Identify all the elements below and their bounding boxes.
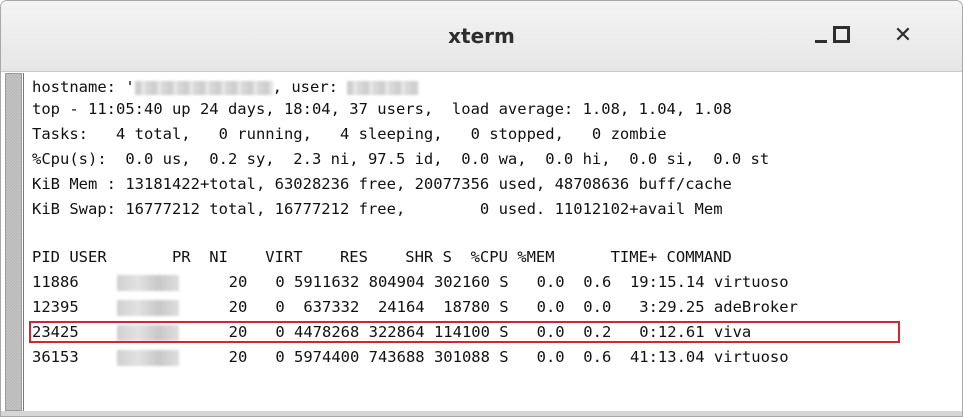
maximize-icon [832, 25, 850, 43]
process-header: PID USER PR NI VIRT RES SHR S %CPU %MEM … [32, 248, 732, 266]
redacted-hostname [134, 80, 273, 95]
highlight-box [29, 321, 900, 343]
terminal-scrollbar[interactable] [5, 73, 22, 411]
process-pid: 36153 [32, 348, 79, 366]
redacted-user [116, 274, 179, 291]
title-bar[interactable]: xterm ✕ [1, 1, 962, 72]
window-bottom-edge [1, 411, 962, 416]
terminal-area[interactable]: hostname: ' , user: top - 11:05:40 up 24 … [23, 73, 959, 411]
process-pid: 11886 [32, 273, 79, 291]
xterm-window: xterm ✕ hostname: ' , user: top - 11:05:4… [0, 0, 963, 417]
tasks-line: Tasks: 4 total, 0 running, 4 sleeping, 0… [32, 125, 667, 143]
process-rest: 20 0 5911632 804904 302160 S 0.0 0.6 19:… [228, 273, 789, 291]
redacted-user [116, 349, 179, 366]
swap-line: KiB Swap: 16777212 total, 16777212 free,… [32, 200, 723, 218]
top-summary-line: top - 11:05:40 up 24 days, 18:04, 37 use… [32, 100, 732, 118]
redacted-user [347, 80, 420, 95]
process-pid: 12395 [32, 298, 79, 316]
redacted-user [116, 299, 179, 316]
process-user-cell [79, 347, 229, 367]
maximize-button[interactable] [823, 18, 859, 54]
hostname-user-label: , user: [272, 78, 348, 96]
cpu-line: %Cpu(s): 0.0 us, 0.2 sy, 2.3 ni, 97.5 id… [32, 150, 770, 168]
mem-line: KiB Mem : 13181422+total, 63028236 free,… [32, 175, 732, 193]
close-icon: ✕ [893, 23, 913, 48]
hostname-line: hostname: ' , user: [32, 77, 420, 97]
process-row: 11886 20 0 5911632 804904 302160 S 0.0 0.… [32, 272, 789, 292]
process-row: 12395 20 0 637332 24164 18780 S 0.0 0.0 3… [32, 297, 798, 317]
close-button[interactable]: ✕ [885, 18, 921, 54]
process-user-cell [79, 297, 229, 317]
process-rest: 20 0 637332 24164 18780 S 0.0 0.0 3:29.2… [228, 298, 798, 316]
hostname-prefix: hostname: ' [32, 78, 135, 96]
process-user-cell [79, 272, 229, 292]
process-row: 36153 20 0 5974400 743688 301088 S 0.0 0.… [32, 347, 789, 367]
process-rest: 20 0 5974400 743688 301088 S 0.0 0.6 41:… [228, 348, 789, 366]
